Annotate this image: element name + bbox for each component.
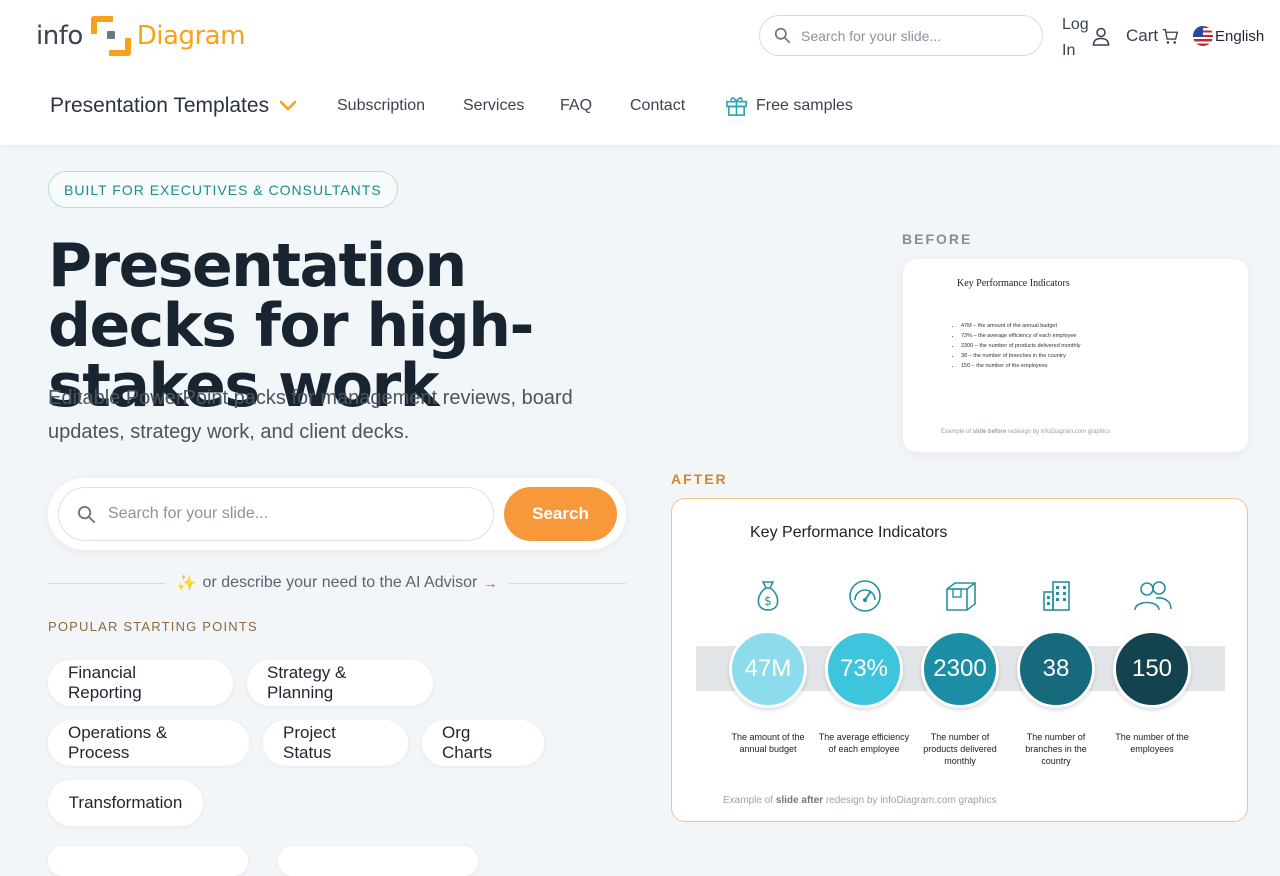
language-selector[interactable]: English	[1193, 26, 1264, 46]
free-samples-label: Free samples	[756, 96, 853, 114]
site-header: info Diagram Log In Cart English Present…	[0, 0, 1280, 145]
hero-search-field[interactable]	[58, 487, 494, 541]
gauge-icon	[849, 580, 881, 612]
kpi-circle-budget: 47M	[729, 630, 807, 708]
kpi-desc-budget: The amount of the annual budget	[731, 732, 805, 754]
cart-label: Cart	[1126, 26, 1159, 45]
footnote-bold: slide before	[972, 429, 1007, 435]
cart-icon	[1162, 28, 1179, 44]
site-logo[interactable]: info Diagram	[36, 14, 245, 58]
search-button[interactable]: Search	[504, 487, 617, 541]
logo-mark-icon	[89, 14, 133, 58]
main-nav: Presentation Templates	[50, 88, 297, 124]
popular-starting-points-label: POPULAR STARTING POINTS	[48, 619, 258, 634]
money-bag-icon: $	[757, 581, 779, 611]
footnote-prefix: Example of	[941, 429, 973, 435]
header-search[interactable]	[759, 15, 1043, 56]
user-icon[interactable]	[1092, 27, 1110, 46]
chip-operations-process[interactable]: Operations & Process	[48, 720, 249, 766]
list-item: 73% – the average efficiency of each emp…	[961, 331, 1081, 341]
chip-transformation[interactable]: Transformation	[48, 780, 203, 826]
footnote-prefix: Example of	[723, 795, 776, 806]
search-icon	[774, 27, 791, 44]
footnote-suffix: redesign by infoDiagram.com graphics	[1006, 429, 1111, 435]
hero-subtitle: Editable PowerPoint packs for management…	[48, 387, 573, 443]
language-label: English	[1215, 27, 1265, 45]
nav-presentation-templates[interactable]: Presentation Templates	[50, 94, 297, 118]
list-item: 2300 – the number of products delivered …	[961, 341, 1081, 351]
before-footnote: Example of slide before redesign by info…	[941, 429, 1110, 435]
login-link[interactable]: Log In	[1062, 12, 1092, 64]
footnote-suffix: redesign by infoDiagram.com graphics	[823, 795, 997, 806]
nav-presentation-templates-label: Presentation Templates	[50, 94, 270, 117]
nav-services[interactable]: Services	[463, 97, 524, 115]
after-slide-title: Key Performance Indicators	[750, 524, 948, 541]
arrow-right-icon: →	[483, 575, 498, 591]
ai-advisor-link[interactable]: ✨ or describe your need to the AI Adviso…	[165, 573, 510, 593]
chip-org-charts[interactable]: Org Charts	[422, 720, 544, 766]
chip-partial[interactable]	[278, 846, 478, 876]
list-item: 150 – the number of the employees	[961, 361, 1081, 371]
box-icon	[946, 582, 976, 611]
svg-text:$: $	[764, 594, 772, 608]
list-item: 47M – the amount of the annual budget	[961, 321, 1081, 331]
after-footnote: Example of slide after redesign by infoD…	[723, 795, 996, 806]
divider-rule	[48, 582, 165, 584]
before-bullet-list: 47M – the amount of the annual budget 73…	[951, 321, 1081, 371]
kpi-desc-branches: The number of branches in the country	[1025, 732, 1087, 766]
chip-partial[interactable]	[48, 846, 248, 876]
kpi-desc-efficiency: The average efficiency of each employee	[818, 732, 910, 754]
divider-rule	[509, 582, 626, 584]
kpi-desc-products: The number of products delivered monthly	[923, 732, 997, 766]
before-slide-title: Key Performance Indicators	[957, 278, 1070, 289]
hero-search-input[interactable]	[106, 504, 470, 524]
audience-badge: BUILT FOR EXECUTIVES & CONSULTANTS	[48, 171, 398, 208]
ai-advisor-text: or describe your need to the AI Advisor	[202, 574, 478, 591]
before-label: BEFORE	[902, 231, 973, 247]
building-icon	[1043, 581, 1070, 611]
cart-link[interactable]: Cart	[1126, 26, 1179, 46]
hero-search: Search	[48, 478, 626, 550]
us-flag-icon	[1193, 26, 1213, 46]
after-slide-card: Key Performance Indicators $ 47M 73% 230…	[671, 498, 1248, 822]
kpi-circle-branches: 38	[1017, 630, 1095, 708]
list-item: 38 – the number of branches in the count…	[961, 351, 1081, 361]
chip-financial-reporting[interactable]: Financial Reporting	[48, 660, 233, 706]
nav-contact[interactable]: Contact	[630, 97, 685, 115]
chevron-down-icon	[279, 100, 297, 111]
nav-faq[interactable]: FAQ	[560, 97, 592, 115]
kpi-desc-employees: The number of the employees	[1115, 732, 1189, 754]
logo-info-text: info	[36, 21, 83, 51]
footnote-bold: slide after	[775, 795, 824, 806]
sparkle-icon: ✨	[176, 575, 197, 592]
people-icon	[1134, 581, 1172, 611]
gift-icon	[726, 97, 747, 116]
search-icon	[77, 505, 96, 523]
ai-advisor-divider: ✨ or describe your need to the AI Adviso…	[48, 572, 626, 594]
before-slide-card: Key Performance Indicators 47M – the amo…	[903, 259, 1248, 452]
kpi-circle-efficiency: 73%	[825, 630, 903, 708]
header-search-input[interactable]	[799, 26, 1023, 45]
nav-subscription[interactable]: Subscription	[337, 97, 425, 115]
chip-strategy-planning[interactable]: Strategy & Planning	[247, 660, 433, 706]
chip-project-status[interactable]: Project Status	[263, 720, 408, 766]
kpi-circle-employees: 150	[1113, 630, 1191, 708]
kpi-circle-products: 2300	[921, 630, 999, 708]
after-label: AFTER	[671, 471, 728, 487]
nav-free-samples[interactable]: Free samples	[725, 94, 853, 117]
logo-diagram-text: Diagram	[136, 21, 246, 51]
